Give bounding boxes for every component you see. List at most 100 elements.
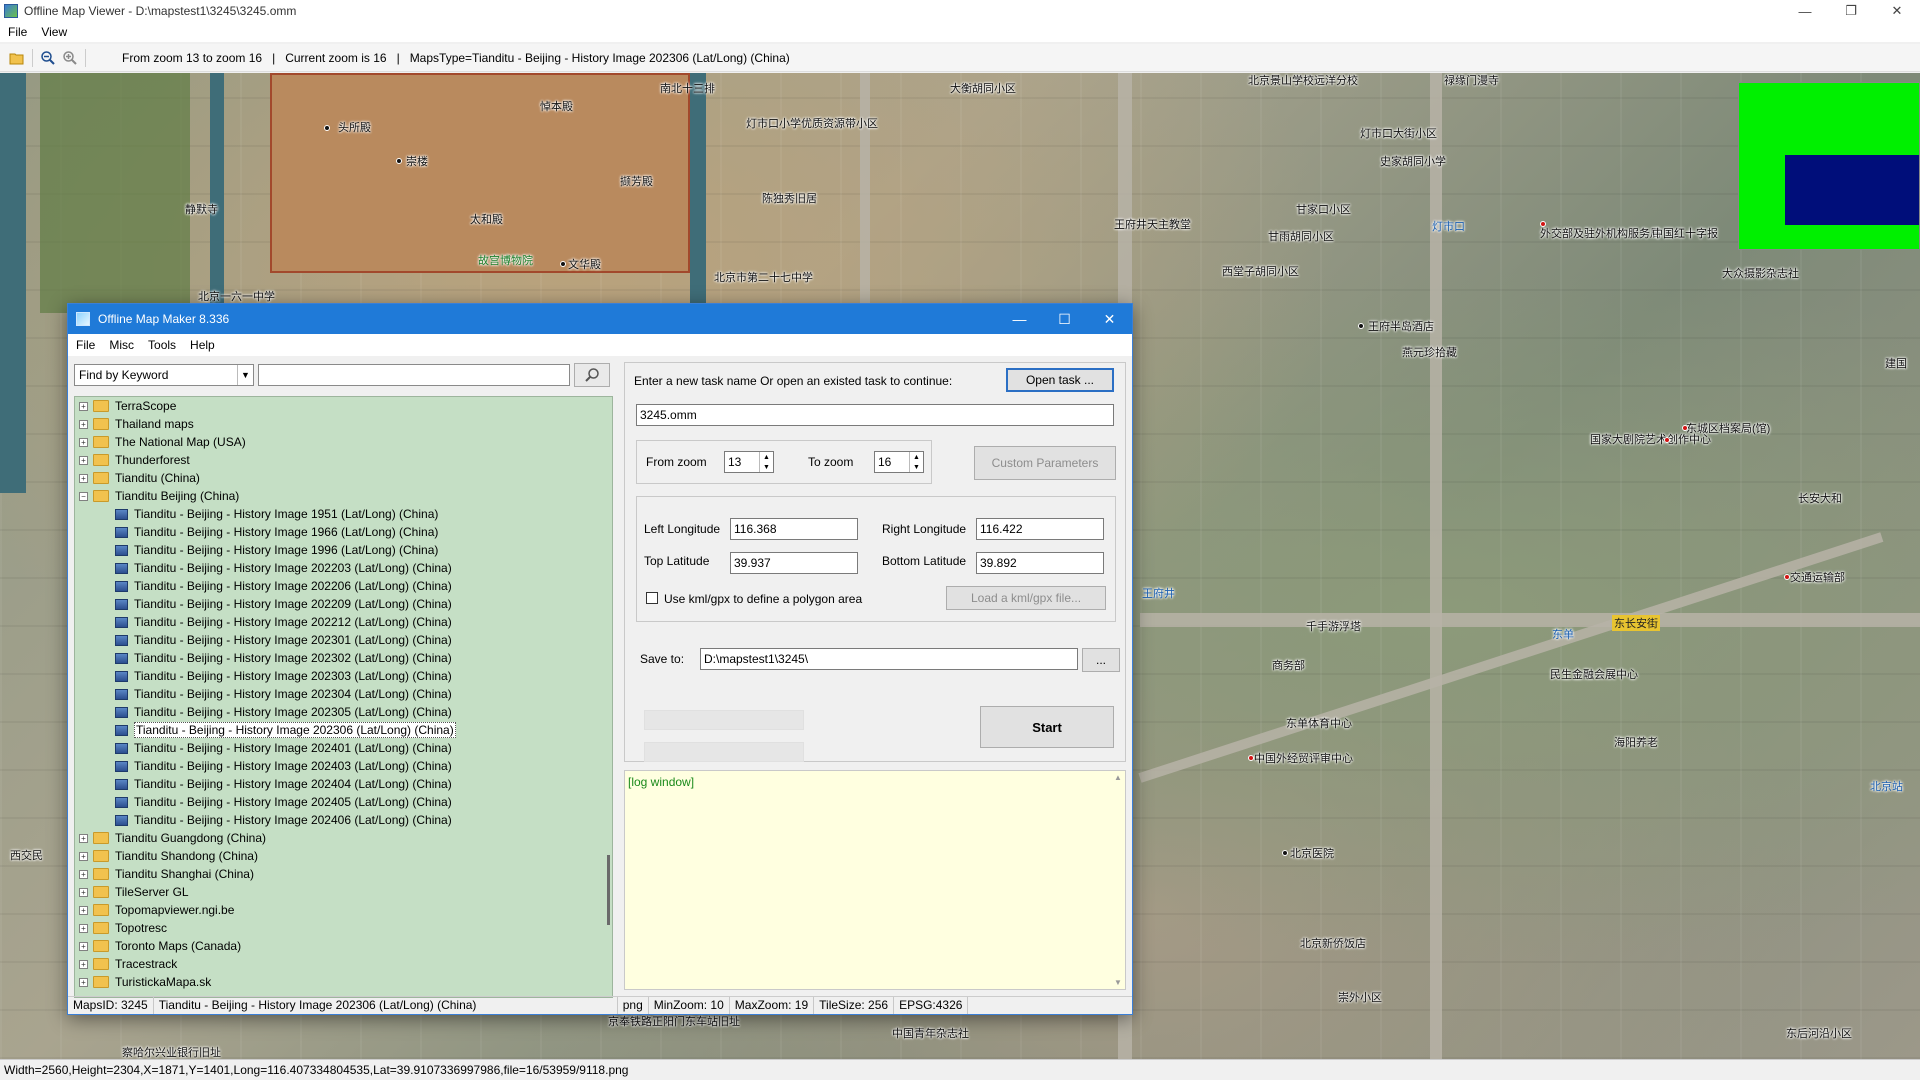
expand-toggle-icon[interactable]: + [79,905,88,915]
tree-map-item[interactable]: Tianditu - Beijing - History Image 20230… [75,721,612,739]
keyword-input[interactable] [258,364,570,386]
tree-folder[interactable]: + Topotresc [75,919,612,937]
scroll-down-icon[interactable]: ▼ [1114,978,1122,987]
dialog-titlebar[interactable]: Offline Map Maker 8.336 — ☐ ✕ [68,304,1132,334]
tree-map-item[interactable]: Tianditu - Beijing - History Image 20221… [75,613,612,631]
tree-map-item[interactable]: Tianditu - Beijing - History Image 20230… [75,649,612,667]
dialog-menu-misc[interactable]: Misc [109,338,134,352]
expand-toggle-icon[interactable]: + [79,887,88,897]
spin-down-icon[interactable]: ▼ [760,462,773,472]
tree-map-item[interactable]: Tianditu - Beijing - History Image 20230… [75,631,612,649]
tree-map-item[interactable]: Tianditu - Beijing - History Image 20240… [75,739,612,757]
spin-up-icon[interactable]: ▲ [910,452,923,462]
menu-file[interactable]: File [8,25,27,39]
expand-toggle-icon[interactable]: + [79,473,88,483]
save-to-input[interactable]: D:\mapstest1\3245\ [700,648,1078,670]
tree-map-item[interactable]: Tianditu - Beijing - History Image 1966 … [75,523,612,541]
expand-toggle-icon[interactable]: + [79,869,88,879]
tree-map-item[interactable]: Tianditu - Beijing - History Image 20230… [75,703,612,721]
restore-icon[interactable]: ❐ [1828,0,1874,22]
menu-view[interactable]: View [41,25,67,39]
map-label: 悼本殿 [540,101,573,113]
poi-marker [1282,850,1288,856]
tree-map-item[interactable]: Tianditu - Beijing - History Image 20220… [75,595,612,613]
poi-marker [1784,574,1790,580]
tree-folder[interactable]: + TerraScope [75,397,612,415]
tree-folder[interactable]: + Topomapviewer.ngi.be [75,901,612,919]
expand-toggle-icon[interactable]: + [79,455,88,465]
from-zoom-stepper[interactable]: 13 ▲ ▼ [724,451,774,473]
minimize-icon[interactable]: — [1782,0,1828,22]
tree-folder[interactable]: + Tianditu Shandong (China) [75,847,612,865]
tree-map-item[interactable]: Tianditu - Beijing - History Image 20230… [75,667,612,685]
expand-toggle-icon[interactable]: + [79,851,88,861]
tree-map-item[interactable]: Tianditu - Beijing - History Image 20240… [75,775,612,793]
dialog-maximize-icon[interactable]: ☐ [1042,304,1087,334]
tree-folder[interactable]: − Tianditu Beijing (China) [75,487,612,505]
kml-polygon-checkbox[interactable] [646,592,658,604]
custom-parameters-button[interactable]: Custom Parameters [974,446,1116,480]
expand-toggle-icon[interactable]: + [79,959,88,969]
tree-map-item[interactable]: Tianditu - Beijing - History Image 1996 … [75,541,612,559]
dialog-menu-file[interactable]: File [76,338,95,352]
overview-minimap[interactable] [1738,82,1920,250]
log-window[interactable]: [log window] ▲ ▼ [624,770,1126,990]
zoom-in-icon[interactable] [59,47,81,69]
folder-icon [93,976,109,988]
expand-toggle-icon[interactable]: + [79,941,88,951]
log-scrollbar[interactable]: ▲ ▼ [1111,771,1125,989]
spin-down-icon[interactable]: ▼ [910,462,923,472]
expand-toggle-icon[interactable]: + [79,419,88,429]
map-label: 头所殿 [338,122,371,134]
tree-map-item[interactable]: Tianditu - Beijing - History Image 20240… [75,811,612,829]
tree-map-item[interactable]: Tianditu - Beijing - History Image 20240… [75,793,612,811]
expand-toggle-icon[interactable]: + [79,977,88,987]
tree-folder[interactable]: + Tianditu Shanghai (China) [75,865,612,883]
left-longitude-input[interactable]: 116.368 [730,518,858,540]
tree-folder[interactable]: + Tianditu Guangdong (China) [75,829,612,847]
top-latitude-input[interactable]: 39.937 [730,552,858,574]
expand-toggle-icon[interactable]: + [79,833,88,843]
bottom-latitude-input[interactable]: 39.892 [976,552,1104,574]
tree-folder[interactable]: + Tianditu (China) [75,469,612,487]
maps-tree[interactable]: + TerraScope + Thailand maps + The National M… [74,396,613,998]
tree-folder[interactable]: + The National Map (USA) [75,433,612,451]
to-zoom-stepper[interactable]: 16 ▲ ▼ [874,451,924,473]
expand-toggle-icon[interactable]: − [79,491,88,501]
right-longitude-input[interactable]: 116.422 [976,518,1104,540]
tree-map-item[interactable]: Tianditu - Beijing - History Image 20220… [75,577,612,595]
search-button[interactable] [574,363,610,387]
spin-up-icon[interactable]: ▲ [760,452,773,462]
tree-map-item[interactable]: Tianditu - Beijing - History Image 20230… [75,685,612,703]
tree-folder[interactable]: + Tracestrack [75,955,612,973]
find-mode-select[interactable]: Find by Keyword ▼ [74,364,254,386]
tree-map-item[interactable]: Tianditu - Beijing - History Image 1951 … [75,505,612,523]
expand-toggle-icon[interactable]: + [79,401,88,411]
tree-scrollbar[interactable] [602,397,612,997]
tree-folder[interactable]: + Thunderforest [75,451,612,469]
scrollbar-thumb[interactable] [607,855,610,925]
tree-folder[interactable]: + Thailand maps [75,415,612,433]
expand-toggle-icon[interactable]: + [79,437,88,447]
dialog-close-icon[interactable]: ✕ [1087,304,1132,334]
open-task-button[interactable]: Open task ... [1006,368,1114,392]
dialog-minimize-icon[interactable]: — [997,304,1042,334]
tree-folder[interactable]: + TileServer GL [75,883,612,901]
expand-toggle-icon[interactable]: + [79,923,88,933]
task-name-input[interactable]: 3245.omm [636,404,1114,426]
dialog-menu-tools[interactable]: Tools [148,338,176,352]
tree-folder[interactable]: + Toronto Maps (Canada) [75,937,612,955]
tree-map-item[interactable]: Tianditu - Beijing - History Image 20220… [75,559,612,577]
open-folder-icon[interactable] [6,47,28,69]
tree-map-item[interactable]: Tianditu - Beijing - History Image 20240… [75,757,612,775]
dialog-menu-help[interactable]: Help [190,338,215,352]
map-label: 灯市口小学优质资源带小区 [746,118,878,130]
tree-folder[interactable]: + TuristickaMapa.sk [75,973,612,991]
start-button[interactable]: Start [980,706,1114,748]
browse-button[interactable]: ... [1082,648,1120,672]
tree-folder-label: Tianditu Shanghai (China) [115,867,254,881]
close-icon[interactable]: ✕ [1874,0,1920,22]
zoom-out-icon[interactable] [37,47,59,69]
scroll-up-icon[interactable]: ▲ [1114,773,1122,782]
load-kml-button[interactable]: Load a kml/gpx file... [946,586,1106,610]
